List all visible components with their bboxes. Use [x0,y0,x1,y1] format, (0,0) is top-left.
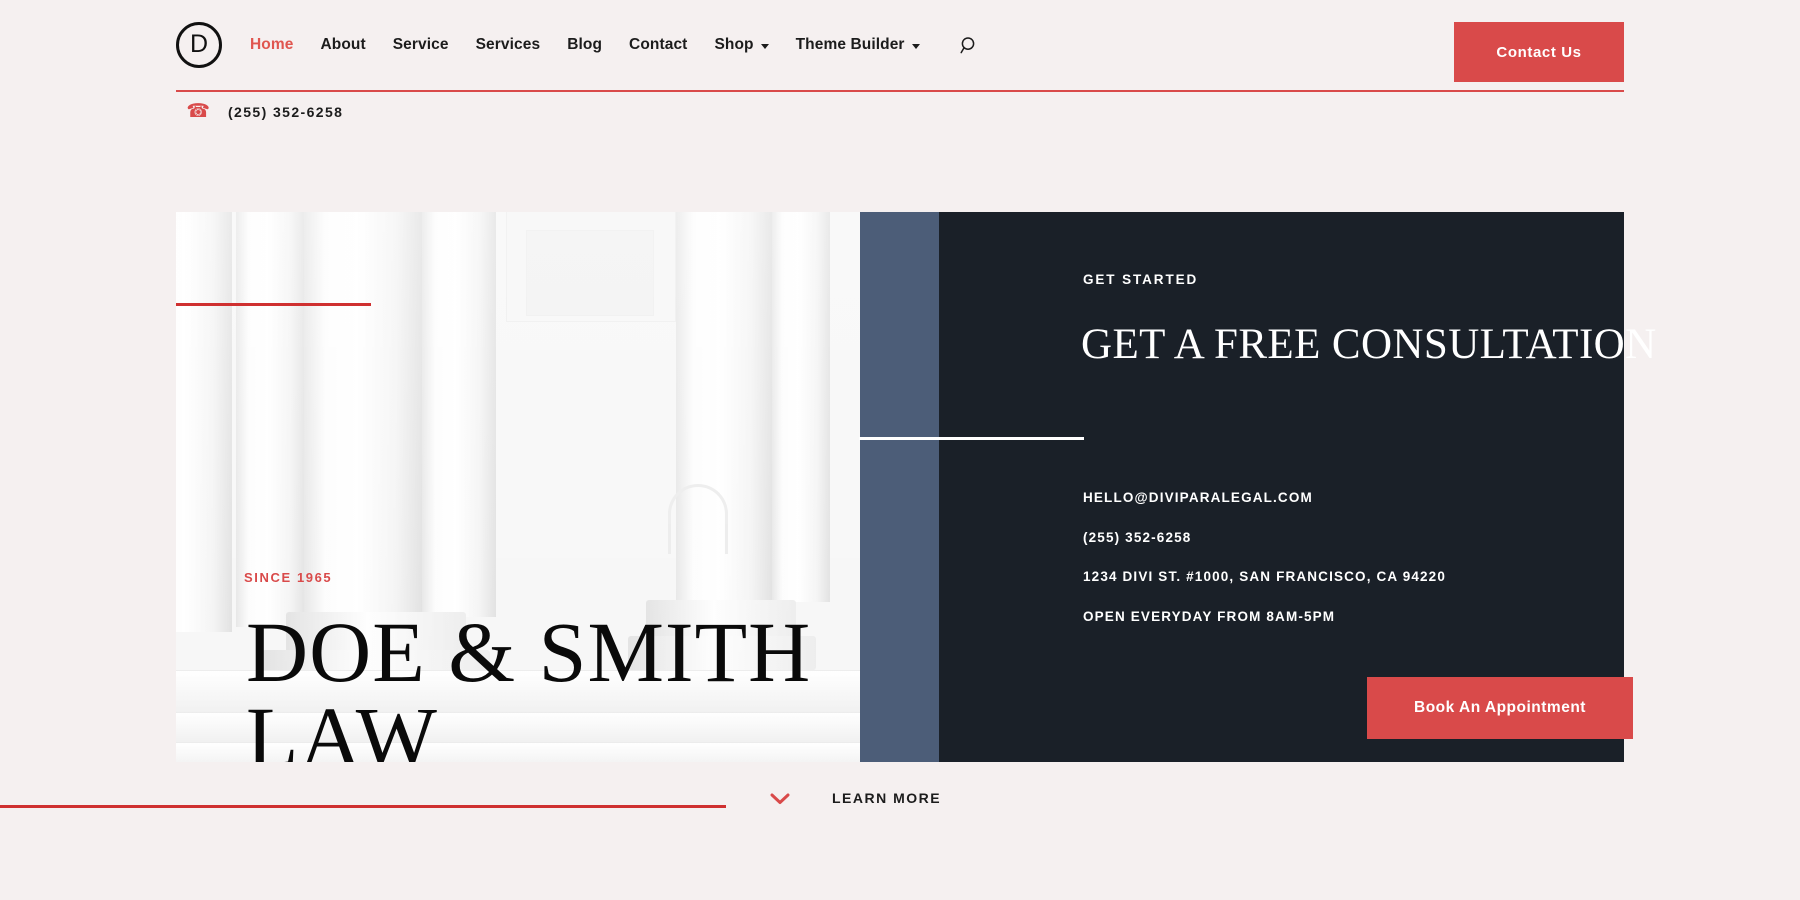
hero-eyebrow: SINCE 1965 [244,570,333,585]
nav-item-contact[interactable]: Contact [629,36,687,54]
book-appointment-button[interactable]: Book An Appointment [1367,677,1633,739]
detail-phone[interactable]: (255) 352-6258 [1083,530,1446,545]
nav-item-shop[interactable]: Shop [714,36,769,54]
contact-us-button[interactable]: Contact Us [1454,22,1624,82]
learn-more-link[interactable]: LEARN MORE [770,790,941,806]
nav-label: Service [392,36,449,53]
nav-item-about[interactable]: About [320,36,365,54]
header-phone[interactable]: ☎ (255) 352-6258 [176,100,343,123]
chevron-down-icon [770,792,790,804]
learn-more-label: LEARN MORE [832,790,942,806]
phone-icon: ☎ [186,101,210,122]
nav-label: Shop [714,36,754,53]
bottom-red-rule [0,805,726,808]
nav-label: Theme Builder [795,36,905,53]
consultation-eyebrow: GET STARTED [1083,272,1199,287]
hero-title-line-1: DOE & SMITH [246,604,812,700]
nav-label: Home [250,36,294,53]
hero-section: SINCE 1965 DOE & SMITH LAW GET STARTED G… [176,212,1656,762]
page-title: DOE & SMITH LAW [246,609,846,762]
nav-item-service[interactable]: Service [393,36,449,54]
nav-label: About [320,36,366,53]
logo-letter: D [189,30,209,58]
consultation-divider [859,437,1084,440]
nav-item-home[interactable]: Home [250,36,293,54]
hero-top-red-rule [176,303,371,306]
nav-item-services[interactable]: Services [476,36,541,54]
detail-email[interactable]: HELLO@DIVIPARALEGAL.COM [1083,490,1446,505]
site-logo[interactable]: D [176,22,222,68]
contact-us-label: Contact Us [1496,43,1582,61]
book-appointment-label: Book An Appointment [1414,699,1586,716]
hero-left-panel: SINCE 1965 DOE & SMITH LAW [176,212,860,762]
header-phone-number: (255) 352-6258 [228,103,344,120]
site-header: D Home About Service Services Blog Conta… [0,0,1800,122]
consultation-title: GET A FREE CONSULTATION [1081,321,1657,368]
nav-item-theme-builder[interactable]: Theme Builder [796,36,920,54]
detail-address: 1234 DIVI ST. #1000, SAN FRANCISCO, CA 9… [1083,569,1446,584]
search-icon[interactable] [960,36,979,55]
chevron-down-icon [760,43,769,49]
header-inner: D Home About Service Services Blog Conta… [176,0,1624,92]
nav-label: Blog [567,36,603,53]
nav-item-blog[interactable]: Blog [567,36,602,54]
hero-title-line-2: LAW [246,689,438,762]
consultation-panel: GET STARTED GET A FREE CONSULTATION HELL… [859,212,1656,762]
detail-hours: OPEN EVERYDAY FROM 8AM-5PM [1083,608,1336,624]
nav-label: Services [475,36,541,53]
main-navigation: Home About Service Services Blog Contact… [250,36,979,55]
consultation-details: HELLO@DIVIPARALEGAL.COM (255) 352-6258 1… [1083,490,1446,648]
nav-label: Contact [629,36,688,53]
chevron-down-icon [911,43,920,49]
hero-accent-strip [860,212,939,762]
